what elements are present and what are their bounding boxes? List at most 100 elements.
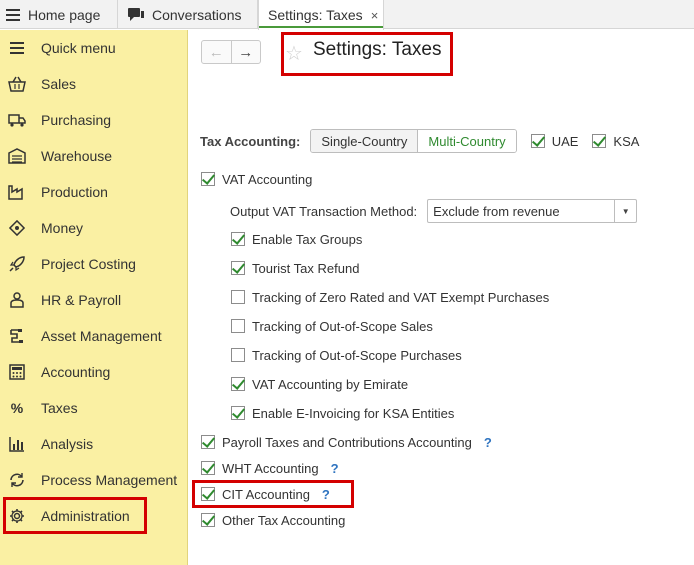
tab-home-page[interactable]: Home page xyxy=(0,0,118,29)
tab-bar: Home page Conversations Settings: Taxes … xyxy=(0,0,694,30)
percent-icon: % xyxy=(10,400,24,416)
sidebar-item-quick-menu[interactable]: Quick menu xyxy=(0,30,188,66)
sidebar-item-label: Asset Management xyxy=(41,328,162,344)
wht-accounting-option[interactable]: WHT Accounting ? xyxy=(201,458,339,478)
multi-country-button[interactable]: Multi-Country xyxy=(418,130,516,152)
tab-settings-label: Settings: Taxes xyxy=(268,7,363,23)
zero-rated-purchases-option[interactable]: Tracking of Zero Rated and VAT Exempt Pu… xyxy=(231,287,549,307)
sidebar-item-label: Process Management xyxy=(41,472,178,488)
sidebar-item-money[interactable]: Money xyxy=(0,210,188,246)
out-of-scope-purchases-option[interactable]: Tracking of Out-of-Scope Purchases xyxy=(231,345,462,365)
sidebar-item-label: Accounting xyxy=(41,364,111,380)
zero-rated-purchases-checkbox[interactable] xyxy=(231,290,245,304)
rocket-icon xyxy=(8,255,26,273)
warehouse-icon xyxy=(8,147,26,165)
history-nav: ← → xyxy=(201,40,261,64)
chat-icon xyxy=(128,7,144,22)
tab-conversations-label: Conversations xyxy=(152,6,242,23)
highlight-page-title xyxy=(281,32,453,76)
out-of-scope-purchases-checkbox[interactable] xyxy=(231,348,245,362)
sidebar-item-label: Purchasing xyxy=(41,112,112,128)
menu-icon xyxy=(8,39,26,57)
sidebar-item-label: Production xyxy=(41,184,108,200)
output-vat-method-label: Output VAT Transaction Method: xyxy=(230,203,418,219)
sidebar-item-warehouse[interactable]: Warehouse xyxy=(0,138,188,174)
help-icon[interactable]: ? xyxy=(331,461,339,476)
sidebar-item-label: Analysis xyxy=(41,436,94,452)
sidebar-item-analysis[interactable]: Analysis xyxy=(0,426,188,462)
vat-by-emirate-checkbox[interactable] xyxy=(231,377,245,391)
tax-accounting-label: Tax Accounting: xyxy=(200,133,301,149)
sidebar-item-label: Sales xyxy=(41,76,77,92)
tourist-tax-refund-checkbox[interactable] xyxy=(231,261,245,275)
close-icon[interactable]: × xyxy=(371,8,379,23)
calculator-icon xyxy=(8,363,26,381)
output-vat-method-select[interactable]: Exclude from revenue ▼ xyxy=(427,199,638,223)
single-country-button[interactable]: Single-Country xyxy=(311,130,419,152)
tourist-tax-refund-label: Tourist Tax Refund xyxy=(252,260,360,276)
sidebar-item-process-management[interactable]: Process Management xyxy=(0,462,188,498)
out-of-scope-sales-option[interactable]: Tracking of Out-of-Scope Sales xyxy=(231,316,433,336)
wht-accounting-checkbox[interactable] xyxy=(201,461,215,475)
vat-by-emirate-option[interactable]: VAT Accounting by Emirate xyxy=(231,374,408,394)
chevron-down-icon[interactable]: ▼ xyxy=(614,200,636,222)
menu-icon xyxy=(6,8,20,21)
sidebar-item-accounting[interactable]: Accounting xyxy=(0,354,188,390)
ksa-checkbox[interactable] xyxy=(592,134,607,148)
ksa-label: KSA xyxy=(613,133,640,149)
sidebar-item-hr-payroll[interactable]: HR & Payroll xyxy=(0,282,188,318)
e-invoicing-ksa-checkbox[interactable] xyxy=(231,406,245,420)
out-of-scope-sales-label: Tracking of Out-of-Scope Sales xyxy=(252,318,433,334)
sidebar-item-label: Money xyxy=(41,220,84,236)
sidebar-item-project-costing[interactable]: Project Costing xyxy=(0,246,188,282)
help-icon[interactable]: ? xyxy=(484,435,492,450)
sidebar: Quick menu Sales Purchasing Warehouse Pr… xyxy=(0,30,188,565)
sidebar-item-production[interactable]: Production xyxy=(0,174,188,210)
vat-accounting-checkbox[interactable] xyxy=(201,172,215,186)
process-icon xyxy=(8,471,26,489)
person-icon xyxy=(8,291,26,309)
other-tax-accounting-checkbox[interactable] xyxy=(201,513,215,527)
tourist-tax-refund-option[interactable]: Tourist Tax Refund xyxy=(231,258,359,278)
sidebar-item-taxes[interactable]: % Taxes xyxy=(0,390,188,426)
uae-checkbox[interactable] xyxy=(530,134,545,148)
output-vat-method-value: Exclude from revenue xyxy=(433,203,560,219)
output-vat-method-row: Output VAT Transaction Method: Exclude f… xyxy=(230,199,638,223)
vat-accounting-label: VAT Accounting xyxy=(222,171,313,187)
sidebar-item-label: HR & Payroll xyxy=(41,292,122,308)
forward-arrow-icon[interactable]: → xyxy=(232,41,261,63)
asset-icon xyxy=(8,327,26,345)
sidebar-item-purchasing[interactable]: Purchasing xyxy=(0,102,188,138)
highlight-administration xyxy=(3,497,147,534)
vat-by-emirate-label: VAT Accounting by Emirate xyxy=(252,376,409,392)
active-tab-indicator xyxy=(259,26,383,28)
out-of-scope-sales-checkbox[interactable] xyxy=(231,319,245,333)
enable-tax-groups-label: Enable Tax Groups xyxy=(252,231,363,247)
basket-icon xyxy=(8,75,26,93)
vat-accounting-option[interactable]: VAT Accounting xyxy=(201,169,312,189)
enable-tax-groups-checkbox[interactable] xyxy=(231,232,245,246)
truck-icon xyxy=(8,111,26,129)
other-tax-accounting-label: Other Tax Accounting xyxy=(222,512,346,528)
uae-option[interactable]: UAE xyxy=(530,133,579,149)
sidebar-item-label: Project Costing xyxy=(41,256,136,272)
chart-icon xyxy=(8,435,26,453)
enable-tax-groups-option[interactable]: Enable Tax Groups xyxy=(231,229,362,249)
sidebar-item-label: Warehouse xyxy=(41,148,113,164)
sidebar-item-sales[interactable]: Sales xyxy=(0,66,188,102)
back-arrow-icon[interactable]: ← xyxy=(202,41,232,63)
tab-settings-taxes[interactable]: Settings: Taxes × xyxy=(258,0,384,30)
ksa-option[interactable]: KSA xyxy=(592,134,639,149)
highlight-cit-accounting xyxy=(192,480,354,508)
payroll-taxes-label: Payroll Taxes and Contributions Accounti… xyxy=(222,434,472,450)
sidebar-item-label: Quick menu xyxy=(41,40,116,56)
tab-conversations[interactable]: Conversations xyxy=(118,0,258,29)
uae-label: UAE xyxy=(551,133,579,149)
payroll-taxes-checkbox[interactable] xyxy=(201,435,215,449)
out-of-scope-purchases-label: Tracking of Out-of-Scope Purchases xyxy=(252,347,462,363)
sidebar-item-label: Taxes xyxy=(41,400,78,416)
e-invoicing-ksa-option[interactable]: Enable E-Invoicing for KSA Entities xyxy=(231,403,454,423)
other-tax-accounting-option[interactable]: Other Tax Accounting xyxy=(201,510,345,530)
payroll-taxes-option[interactable]: Payroll Taxes and Contributions Accounti… xyxy=(201,432,492,452)
sidebar-item-asset-management[interactable]: Asset Management xyxy=(0,318,188,354)
